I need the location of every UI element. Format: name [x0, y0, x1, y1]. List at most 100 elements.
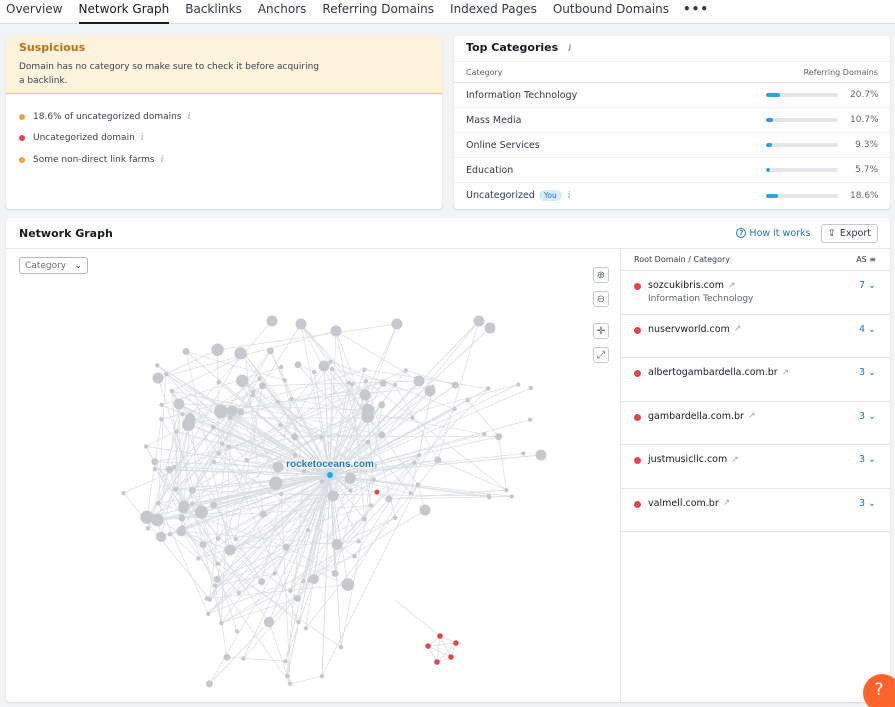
- upload-icon: ⇪: [827, 227, 836, 239]
- center-domain-node: [327, 472, 333, 478]
- domain-name[interactable]: nuservworld.com: [648, 324, 730, 335]
- top-categories-header: Top Categories i: [454, 36, 890, 61]
- external-link-icon[interactable]: ↗: [734, 324, 742, 334]
- tab-overview[interactable]: Overview: [0, 0, 71, 24]
- category-name: Education: [466, 164, 514, 176]
- as-score[interactable]: 3 ⌄: [859, 498, 876, 509]
- domain-row[interactable]: albertogambardella.com.br ↗ 3 ⌄: [621, 358, 890, 402]
- top-categories-rows: Information Technology 20.7% Mass Media 10.…: [454, 83, 890, 208]
- domain-node: [163, 371, 169, 377]
- domain-row[interactable]: gambardella.com.br ↗ 3 ⌄: [621, 402, 890, 445]
- domain-node: [233, 536, 238, 541]
- domain-node: [259, 382, 267, 390]
- info-icon[interactable]: i: [568, 44, 571, 54]
- network-graph-card: Network Graph ? How it works ⇪ Export ro…: [6, 218, 890, 702]
- warning-item: 18.6% of uncategorized domains i: [19, 106, 429, 128]
- domain-node: [178, 500, 190, 512]
- domain-node: [288, 588, 293, 593]
- domain-row[interactable]: justmusicllc.com ↗ 3 ⌄: [621, 445, 890, 489]
- domain-node: [363, 378, 369, 384]
- graph-canvas[interactable]: rocketoceans.com Category ⌄ ⊕ ⊖ ✛ ⤢: [6, 249, 620, 702]
- domain-node: [154, 517, 162, 525]
- suspicious-dot-icon: [634, 500, 641, 508]
- external-link-icon[interactable]: ↗: [723, 498, 731, 508]
- network-graph-svg[interactable]: rocketoceans.com: [6, 249, 620, 702]
- domain-node: [178, 514, 186, 522]
- domain-node: [419, 504, 431, 516]
- center-domain-label: rocketoceans.com: [286, 459, 374, 470]
- as-score[interactable]: 3 ⌄: [859, 454, 876, 465]
- domain-node: [424, 385, 436, 397]
- tab-indexed-pages[interactable]: Indexed Pages: [442, 0, 545, 24]
- fullscreen-icon[interactable]: ⤢: [593, 347, 609, 363]
- domain-node: [289, 396, 294, 402]
- info-icon[interactable]: i: [141, 133, 144, 143]
- center-view-icon[interactable]: ✛: [593, 323, 609, 339]
- category-name: Online Services: [466, 139, 540, 151]
- domain-node: [329, 366, 335, 372]
- domain-node: [283, 659, 288, 664]
- as-score[interactable]: 7 ⌄: [859, 280, 876, 291]
- domain-node: [213, 576, 221, 584]
- category-progress-bar: [766, 118, 838, 122]
- domain-node: [451, 381, 459, 389]
- info-icon[interactable]: i: [568, 191, 571, 201]
- zoom-out-icon[interactable]: ⊖: [593, 291, 609, 307]
- external-link-icon[interactable]: ↗: [748, 411, 756, 421]
- chevron-down-icon: ⌄: [868, 367, 876, 378]
- domain-node: [341, 578, 355, 591]
- domain-node: [349, 382, 355, 387]
- domain-node: [410, 415, 415, 421]
- domain-node: [172, 464, 177, 470]
- zoom-in-icon[interactable]: ⊕: [593, 267, 609, 283]
- network-graph-actions: ? How it works ⇪ Export: [736, 223, 878, 243]
- domain-row[interactable]: nuservworld.com ↗ 4 ⌄: [621, 315, 890, 358]
- domain-name[interactable]: sozcukibris.com: [648, 280, 724, 291]
- tab-anchors[interactable]: Anchors: [250, 0, 315, 24]
- domain-row[interactable]: valmell.com.br ↗ 3 ⌄: [621, 489, 890, 532]
- domain-node: [234, 629, 240, 634]
- domain-name[interactable]: albertogambardella.com.br: [648, 367, 778, 378]
- as-score[interactable]: 4 ⌄: [859, 324, 876, 335]
- domain-node: [307, 578, 312, 583]
- as-score[interactable]: 3 ⌄: [859, 367, 876, 378]
- domain-node: [318, 360, 330, 372]
- category-row: Uncategorized You i 18.6%: [454, 183, 890, 208]
- domain-node: [204, 596, 209, 601]
- external-link-icon[interactable]: ↗: [731, 455, 739, 465]
- category-select[interactable]: Category ⌄: [19, 257, 88, 274]
- how-it-works-link[interactable]: ? How it works: [736, 228, 811, 239]
- more-tabs-icon[interactable]: •••: [677, 0, 717, 24]
- info-icon[interactable]: i: [188, 112, 191, 122]
- domain-name[interactable]: valmell.com.br: [648, 498, 719, 509]
- domain-node: [301, 578, 306, 584]
- column-header-as[interactable]: AS ≡: [856, 255, 876, 264]
- domain-node: [365, 439, 371, 445]
- help-button[interactable]: ?: [863, 674, 895, 707]
- domain-node: [486, 386, 491, 391]
- as-score[interactable]: 3 ⌄: [859, 411, 876, 422]
- tab-network-graph[interactable]: Network Graph: [71, 0, 178, 24]
- domain-node: [361, 403, 375, 417]
- external-link-icon[interactable]: ↗: [728, 281, 736, 291]
- external-link-icon[interactable]: ↗: [782, 368, 790, 378]
- domain-node: [295, 318, 307, 330]
- domain-node: [143, 444, 149, 449]
- tab-referring-domains[interactable]: Referring Domains: [314, 0, 442, 24]
- export-button[interactable]: ⇪ Export: [820, 223, 878, 243]
- domain-name[interactable]: gambardella.com.br: [648, 411, 744, 422]
- domain-name[interactable]: justmusicllc.com: [648, 454, 727, 465]
- info-icon[interactable]: i: [161, 155, 164, 165]
- category-select-value: Category: [25, 260, 67, 271]
- domain-node: [285, 673, 290, 679]
- warning-item-text: Uncategorized domain: [33, 133, 135, 144]
- domain-node: [152, 466, 158, 472]
- domain-node: [259, 510, 267, 518]
- tab-outbound-domains[interactable]: Outbound Domains: [545, 0, 677, 24]
- orange-dot-icon: [19, 113, 25, 120]
- domain-row[interactable]: sozcukibris.com ↗ Information Technology 7 …: [621, 271, 890, 315]
- category-percent: 20.7%: [850, 90, 879, 100]
- domain-node: [305, 528, 311, 533]
- domain-node: [278, 422, 283, 428]
- tab-backlinks[interactable]: Backlinks: [177, 0, 250, 24]
